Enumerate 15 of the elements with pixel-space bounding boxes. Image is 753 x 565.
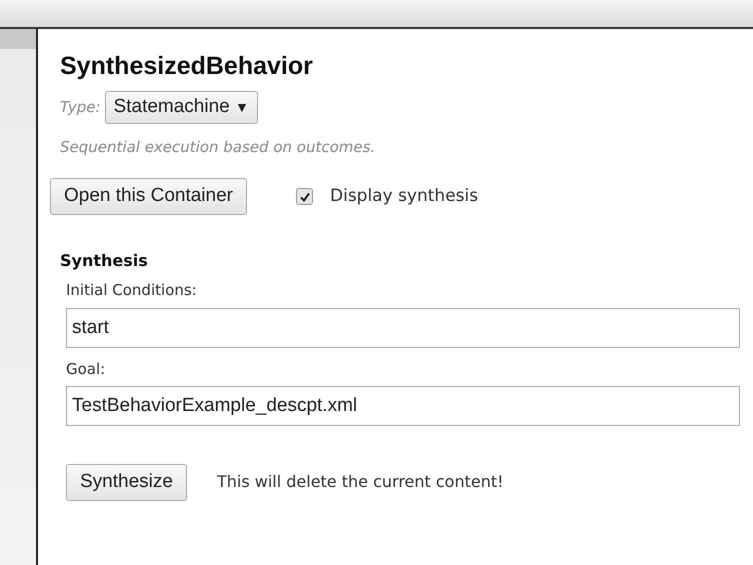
display-synthesis-label: Display synthesis [330, 184, 478, 208]
display-synthesis-checkbox[interactable] [296, 188, 313, 206]
text-field[interactable]: TestBehaviorExample_descpt.xml [66, 386, 740, 426]
open-container-button[interactable]: Open this Container [50, 178, 247, 216]
field-label: Initial Conditions: [66, 280, 198, 302]
check-icon [298, 190, 310, 203]
type-label: Type: [60, 97, 101, 118]
warning-text: This will delete the current content! [216, 471, 504, 494]
type-select[interactable]: Statemachine ▼ [104, 91, 258, 124]
field-label: Goal: [66, 358, 106, 380]
text-field[interactable]: start [66, 308, 740, 348]
synthesis-heading: Synthesis [60, 250, 149, 272]
panel-title: SynthesizedBehavior [60, 51, 314, 81]
type-description: Sequential execution based on outcomes. [60, 136, 376, 158]
synthesize-button[interactable]: Synthesize [66, 464, 187, 501]
